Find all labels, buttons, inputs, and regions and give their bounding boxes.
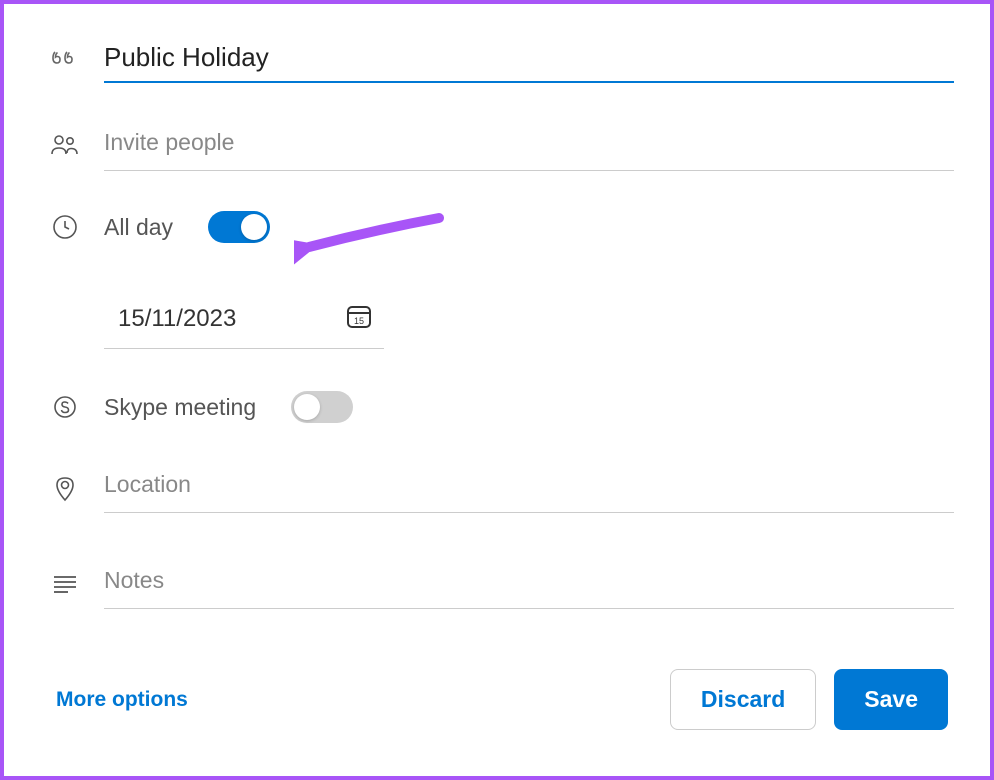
invite-people-input[interactable]: Invite people <box>104 119 954 171</box>
skype-meeting-toggle[interactable] <box>291 391 353 423</box>
skype-icon <box>50 394 80 420</box>
date-value: 15/11/2023 <box>118 305 236 333</box>
skype-meeting-label: Skype meeting <box>104 394 256 421</box>
notes-lines-icon <box>50 574 80 594</box>
all-day-label: All day <box>104 214 173 241</box>
location-pin-icon <box>50 474 80 502</box>
notes-input[interactable]: Notes <box>104 559 954 609</box>
quote-icon <box>50 49 80 69</box>
location-input[interactable]: Location <box>104 463 954 513</box>
save-button[interactable]: Save <box>834 669 948 730</box>
more-options-link[interactable]: More options <box>56 688 188 712</box>
people-icon <box>50 133 80 157</box>
calendar-icon: 15 <box>344 301 374 336</box>
date-picker[interactable]: 15/11/2023 15 <box>104 293 384 349</box>
all-day-toggle[interactable] <box>208 211 270 243</box>
svg-text:15: 15 <box>354 316 364 326</box>
clock-icon <box>50 214 80 240</box>
discard-button[interactable]: Discard <box>670 669 816 730</box>
event-title-input[interactable] <box>104 34 954 83</box>
